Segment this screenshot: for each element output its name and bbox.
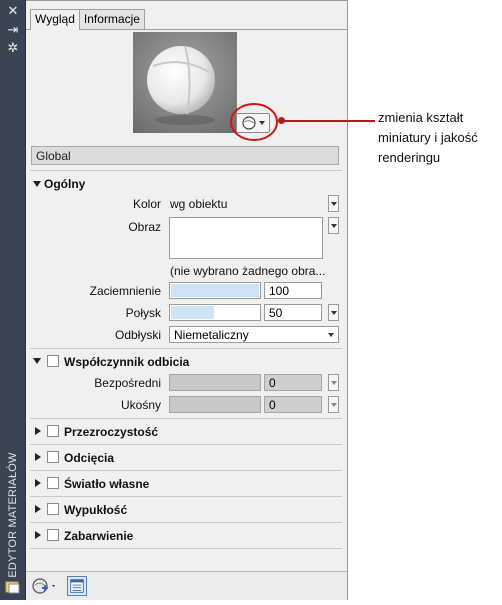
expand-right-icon[interactable] <box>35 453 41 461</box>
shading-slider[interactable] <box>169 282 261 299</box>
shading-slider-fill <box>171 284 259 297</box>
color-label: Kolor <box>132 197 161 211</box>
highlights-select[interactable]: Niemetaliczny <box>169 326 339 343</box>
direct-label: Bezpośredni <box>94 376 161 390</box>
highlight-circle <box>230 103 278 141</box>
section-reflectivity-title[interactable]: Współczynnik odbicia <box>64 355 189 369</box>
section-transparency-title[interactable]: Przezroczystość <box>64 425 158 439</box>
chevron-down-icon <box>328 333 334 337</box>
shading-label: Zaciemnienie <box>89 284 161 298</box>
material-swatch-preview <box>133 32 237 133</box>
gloss-slider[interactable] <box>169 304 261 321</box>
image-slot[interactable] <box>169 217 323 259</box>
material-name-field[interactable]: Global <box>31 146 339 165</box>
section-tint-title[interactable]: Zabarwienie <box>64 529 133 543</box>
color-value[interactable]: wg obiektu <box>170 197 227 211</box>
material-editor-panel: Wygląd Informacje Global Ogólny Kolor wg… <box>26 0 348 600</box>
settings-icon[interactable]: ✲ <box>6 42 20 56</box>
color-dropdown-button[interactable] <box>328 195 339 212</box>
gloss-input[interactable]: 50 <box>264 304 322 321</box>
image-note: (nie wybrano żadnego obra... <box>170 264 326 278</box>
direct-dropdown-button[interactable] <box>328 374 339 391</box>
expand-right-icon[interactable] <box>35 531 41 539</box>
tab-bar: Wygląd Informacje <box>30 9 145 30</box>
expand-down-icon[interactable] <box>33 358 41 364</box>
direct-slider[interactable] <box>169 374 261 391</box>
section-self-illumination-title[interactable]: Światło własne <box>64 477 149 491</box>
image-dropdown-button[interactable] <box>328 217 339 234</box>
cutouts-checkbox[interactable] <box>47 451 59 463</box>
close-icon[interactable]: ✕ <box>6 5 20 19</box>
tab-appearance[interactable]: Wygląd <box>30 9 80 30</box>
gloss-label: Połysk <box>125 306 161 320</box>
expand-right-icon[interactable] <box>35 505 41 513</box>
transparency-checkbox[interactable] <box>47 425 59 437</box>
oblique-input[interactable]: 0 <box>264 396 322 413</box>
panel-footer <box>26 571 347 600</box>
callout-text: zmienia kształt miniatury i jakość rende… <box>378 110 478 165</box>
create-material-button[interactable] <box>31 576 59 596</box>
section-cutouts-title[interactable]: Odcięcia <box>64 451 114 465</box>
section-general-title[interactable]: Ogólny <box>44 177 85 191</box>
tab-information[interactable]: Informacje <box>78 9 145 29</box>
self-illumination-checkbox[interactable] <box>47 477 59 489</box>
oblique-label: Ukośny <box>120 398 161 412</box>
oblique-dropdown-button[interactable] <box>328 396 339 413</box>
highlights-label: Odbłyski <box>114 328 161 342</box>
image-label: Obraz <box>128 220 161 234</box>
material-browser-button[interactable] <box>67 576 87 596</box>
highlights-value: Niemetaliczny <box>174 328 249 342</box>
materials-icon[interactable] <box>5 580 21 594</box>
expand-right-icon[interactable] <box>35 479 41 487</box>
bump-checkbox[interactable] <box>47 503 59 515</box>
gloss-dropdown-button[interactable] <box>328 304 339 321</box>
expand-down-icon[interactable] <box>33 181 41 187</box>
tint-checkbox[interactable] <box>47 529 59 541</box>
expand-right-icon[interactable] <box>35 427 41 435</box>
section-bump-title[interactable]: Wypukłość <box>64 503 127 517</box>
oblique-slider[interactable] <box>169 396 261 413</box>
shading-input[interactable]: 100 <box>264 282 322 299</box>
palette-title: EDYTOR MATERIAŁÓW <box>7 452 19 578</box>
direct-input[interactable]: 0 <box>264 374 322 391</box>
palette-title-strip: ✕ ⇥ ✲ EDYTOR MATERIAŁÓW <box>0 0 26 600</box>
callout-line <box>282 120 375 122</box>
gloss-slider-fill <box>171 306 214 319</box>
reflectivity-checkbox[interactable] <box>47 355 59 367</box>
pin-icon[interactable]: ⇥ <box>6 24 20 38</box>
